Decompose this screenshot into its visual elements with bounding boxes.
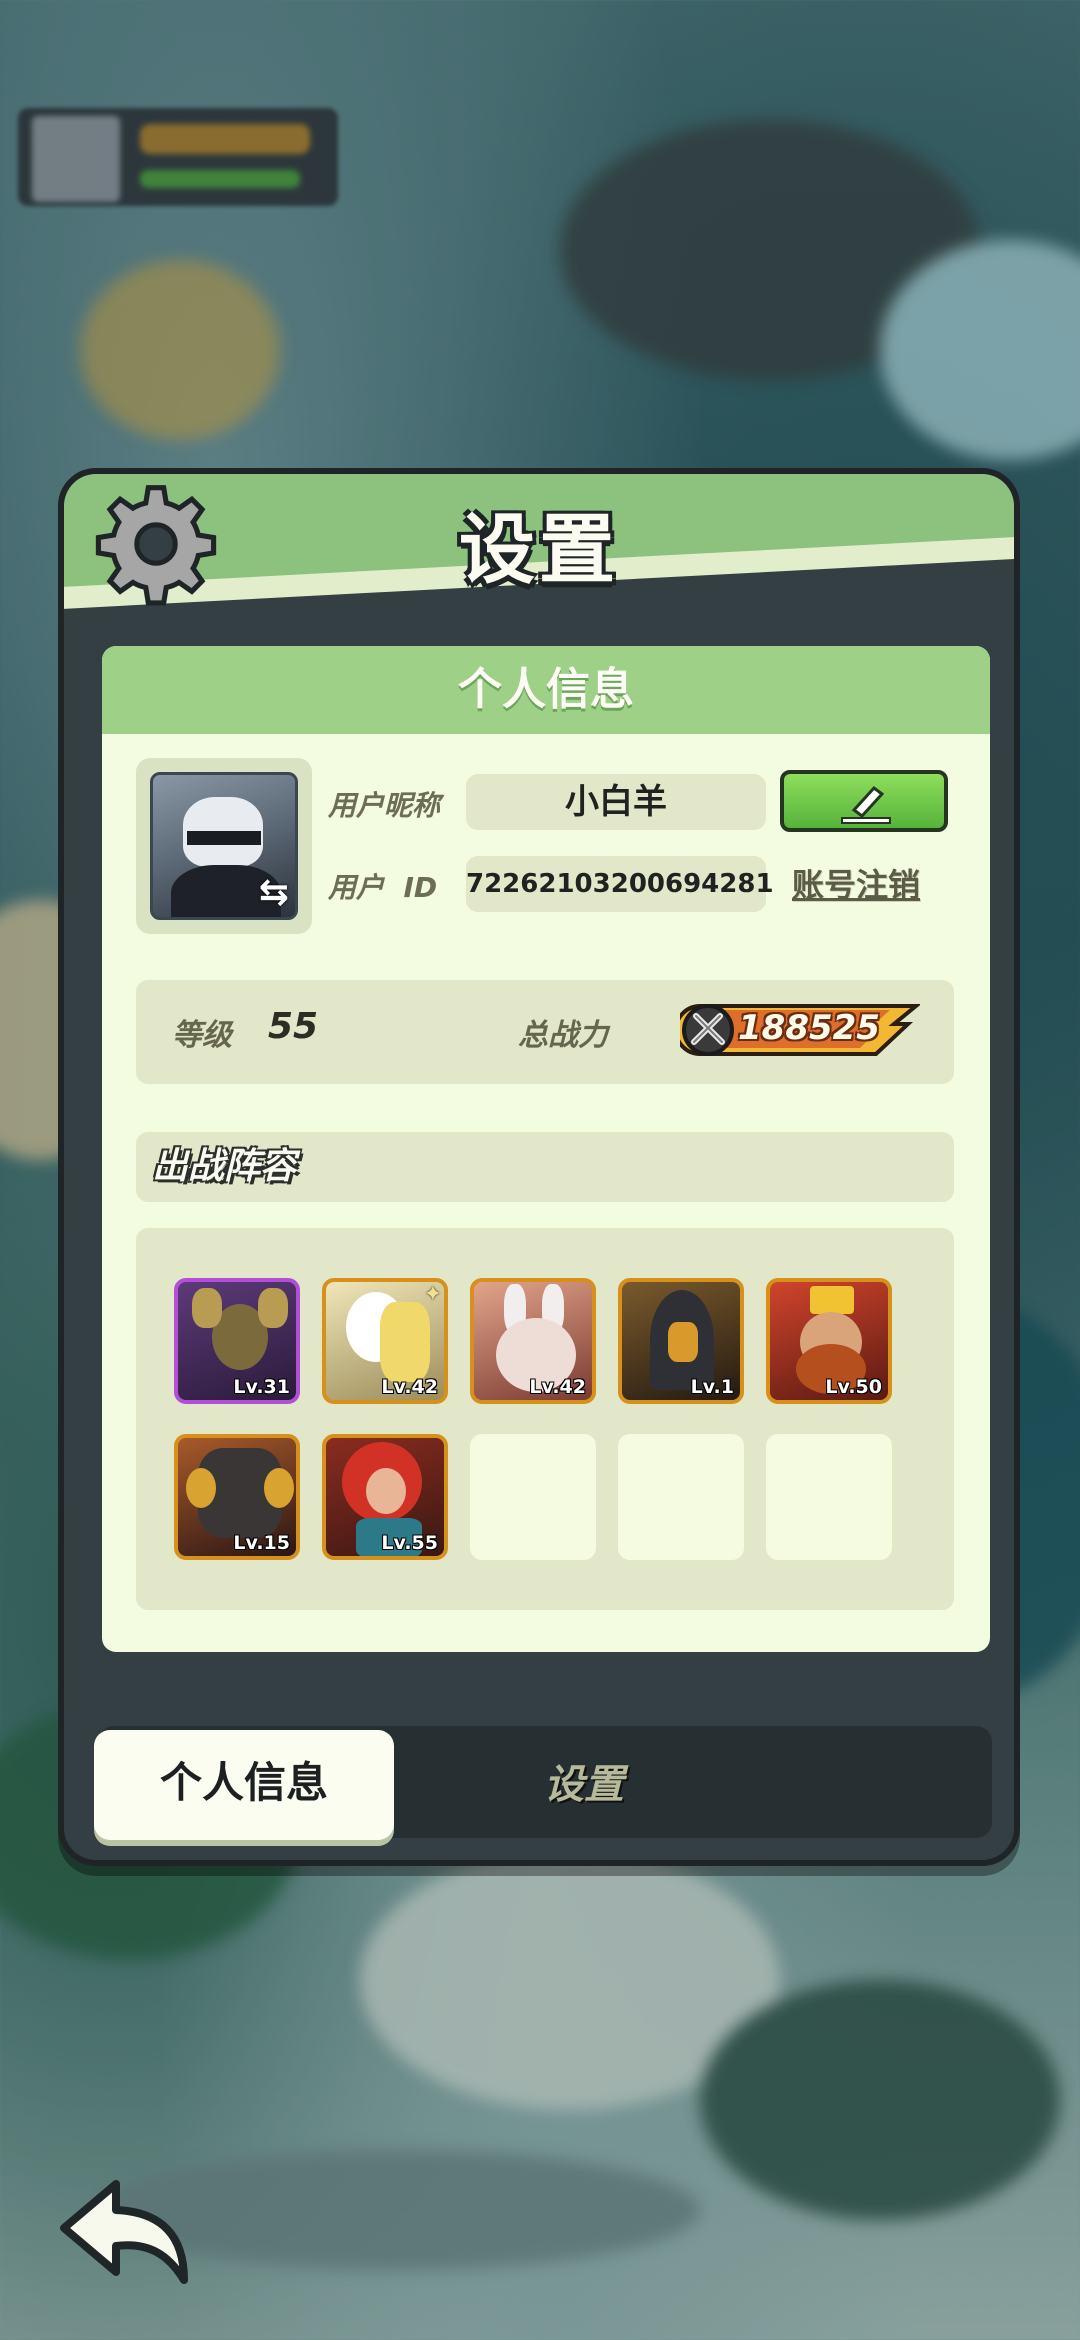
swap-icon: ⇆ [258, 872, 289, 913]
avatar[interactable]: ⇆ [150, 772, 298, 920]
hero-slot-5[interactable]: Lv.50 [766, 1278, 892, 1404]
avatar-frame[interactable]: ⇆ [136, 758, 312, 934]
star-icon: ✦ [423, 1282, 442, 1307]
power-label: 总战力 [518, 1018, 608, 1053]
hero-slot-1[interactable]: Lv.31 [174, 1278, 300, 1404]
edit-nickname-button[interactable] [780, 770, 948, 832]
empty-slot[interactable] [470, 1434, 596, 1560]
user-id-field: 72262103200694281 [466, 856, 774, 912]
hero-slot-7[interactable]: Lv.55 [322, 1434, 448, 1560]
section-title: 个人信息 [102, 646, 990, 734]
back-arrow-icon[interactable] [56, 2176, 192, 2286]
nickname-field: 小白羊 [466, 774, 766, 830]
settings-dialog: 设置 个人信息 ⇆ 用户昵称 小白羊 用户 ID 722621032006942… [58, 468, 1020, 1866]
team-lineup: Lv.31 ✦ Lv.42 Lv.42 Lv.1 Lv.50 Lv.15 Lv.… [136, 1228, 954, 1610]
stats-row: 等级 55 总战力 188525 [136, 980, 954, 1084]
power-value: 188525 [738, 1008, 880, 1048]
empty-slot[interactable] [766, 1434, 892, 1560]
empty-slot[interactable] [618, 1434, 744, 1560]
cancel-account-link[interactable]: 账号注销 [792, 860, 920, 906]
edit-icon [841, 785, 891, 824]
tab-profile[interactable]: 个人信息 [94, 1730, 394, 1840]
level-value: 55 [268, 1006, 319, 1047]
hero-slot-6[interactable]: Lv.15 [174, 1434, 300, 1560]
hero-slot-3[interactable]: Lv.42 [470, 1278, 596, 1404]
profile-card: 个人信息 ⇆ 用户昵称 小白羊 用户 ID 72262103200694281 … [102, 646, 990, 1652]
hero-slot-4[interactable]: Lv.1 [618, 1278, 744, 1404]
level-label: 等级 [172, 1018, 232, 1053]
nickname-label: 用户昵称 [328, 789, 441, 822]
hero-slot-2[interactable]: ✦ Lv.42 [322, 1278, 448, 1404]
team-title: 出战阵容 [136, 1132, 954, 1202]
dialog-title: 设置 [459, 505, 619, 594]
tab-settings[interactable]: 设置 [434, 1730, 734, 1840]
user-id-label: 用户 ID [328, 871, 438, 904]
